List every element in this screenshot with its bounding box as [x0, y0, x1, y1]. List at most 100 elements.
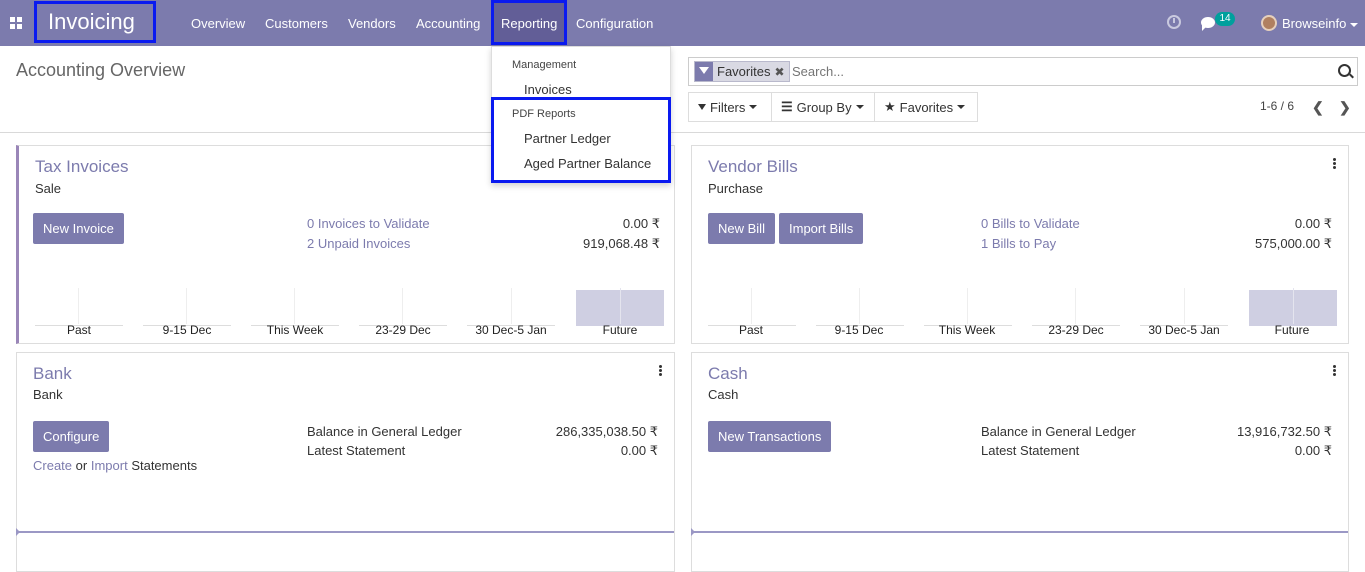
bills-to-validate-link[interactable]: 0 Bills to Validate	[981, 216, 1080, 231]
balance-label: Balance in General Ledger	[307, 424, 462, 439]
grid-line	[186, 288, 187, 324]
card-title[interactable]: Cash	[708, 364, 748, 384]
pdf-reports-highlight-box	[491, 97, 671, 183]
chart-x-label: This Week	[266, 323, 324, 337]
card-title[interactable]: Tax Invoices	[35, 157, 129, 177]
chart-x-label: This Week	[938, 323, 996, 337]
activity-clock-icon[interactable]	[1167, 15, 1181, 29]
search-input[interactable]	[792, 64, 1292, 79]
statements-text: Statements	[131, 458, 198, 473]
bills-to-validate-amount: 0.00 ₹	[1294, 216, 1332, 231]
card-subtitle: Sale	[35, 181, 62, 196]
message-count-badge: 14	[1215, 12, 1235, 26]
balance-amount: 286,335,038.50 ₹	[555, 424, 658, 439]
chart-x-label: 30 Dec-5 Jan	[475, 323, 547, 337]
card-title[interactable]: Bank	[33, 364, 72, 384]
menu-overview[interactable]: Overview	[191, 16, 245, 31]
latest-statement-amount: 0.00 ₹	[1294, 443, 1332, 458]
kebab-menu-icon[interactable]	[658, 365, 662, 377]
filters-button[interactable]: Filters	[688, 92, 772, 122]
search-bar[interactable]: Favorites ✖	[688, 57, 1358, 86]
apps-grid-icon[interactable]	[10, 17, 22, 29]
card-title[interactable]: Vendor Bills	[708, 157, 798, 177]
group-by-label: Group By	[796, 99, 852, 115]
filter-icon	[698, 104, 706, 110]
chevron-down-icon	[1350, 22, 1359, 27]
pager-next-icon[interactable]: ❯	[1339, 99, 1351, 116]
user-avatar[interactable]	[1261, 15, 1277, 31]
latest-statement-label: Latest Statement	[307, 443, 406, 458]
kebab-menu-icon[interactable]	[1332, 365, 1336, 377]
grid-line	[511, 288, 512, 324]
chart-x-label: Future	[1274, 323, 1310, 337]
filter-icon	[695, 62, 713, 81]
chart-x-label: 9-15 Dec	[162, 323, 212, 337]
control-panel: Accounting Overview Favorites ✖ Filters …	[0, 46, 1365, 133]
list-icon: ☰	[781, 99, 793, 114]
menu-accounting[interactable]: Accounting	[416, 16, 480, 31]
menu-customers[interactable]: Customers	[265, 16, 328, 31]
latest-statement-amount: 0.00 ₹	[620, 443, 658, 458]
cash-card: Cash Cash New Transactions Balance in Ge…	[691, 352, 1349, 572]
menu-item-invoices[interactable]: Invoices	[524, 82, 572, 97]
import-statement-link[interactable]: Import	[91, 458, 128, 473]
chart-x-label: 23-29 Dec	[1048, 323, 1104, 337]
create-statement-link[interactable]: Create	[33, 458, 72, 473]
grid-line	[1075, 288, 1076, 324]
chart-x-label: Past	[738, 323, 763, 337]
configure-button[interactable]: Configure	[33, 421, 110, 452]
bills-bar-chart[interactable]	[708, 288, 1338, 326]
chevron-down-icon	[957, 105, 966, 109]
group-by-button[interactable]: ☰ Group By	[771, 92, 875, 122]
user-name: Browseinfo	[1282, 16, 1347, 31]
unpaid-invoices-amount: 919,068.48 ₹	[583, 236, 660, 251]
chart-x-label: Past	[66, 323, 91, 337]
card-subtitle: Purchase	[708, 181, 763, 196]
app-brand[interactable]: Invoicing	[48, 9, 135, 35]
card-subtitle: Bank	[33, 387, 63, 402]
facet-label: Favorites	[717, 64, 771, 79]
star-icon: ★	[884, 99, 896, 114]
search-icon[interactable]	[1338, 64, 1351, 77]
new-invoice-button[interactable]: New Invoice	[33, 213, 124, 244]
balance-amount: 13,916,732.50 ₹	[1236, 424, 1332, 439]
kebab-menu-icon[interactable]	[1332, 158, 1336, 170]
filters-label: Filters	[710, 99, 746, 115]
favorites-label: Favorites	[899, 99, 954, 115]
chart-x-label: Future	[602, 323, 638, 337]
page-title: Accounting Overview	[16, 60, 186, 80]
pager-previous-icon[interactable]: ❮	[1312, 99, 1324, 116]
bills-to-pay-link[interactable]: 1 Bills to Pay	[981, 236, 1056, 251]
chart-x-label: 9-15 Dec	[834, 323, 884, 337]
vendor-bills-card: Vendor Bills Purchase New Bill Import Bi…	[691, 145, 1349, 344]
search-facet[interactable]: Favorites ✖	[694, 61, 790, 82]
close-icon[interactable]: ✖	[774, 65, 788, 79]
top-navbar: Invoicing Overview Customers Vendors Acc…	[0, 0, 1365, 46]
bills-to-pay-amount: 575,000.00 ₹	[1255, 236, 1332, 251]
new-transactions-button[interactable]: New Transactions	[708, 421, 832, 452]
grid-line	[967, 288, 968, 324]
management-header: Management	[512, 59, 577, 71]
menu-configuration[interactable]: Configuration	[576, 16, 653, 31]
invoices-to-validate-amount: 0.00 ₹	[622, 216, 660, 231]
unpaid-invoices-link[interactable]: 2 Unpaid Invoices	[307, 236, 410, 251]
grid-line	[859, 288, 860, 324]
grid-line	[751, 288, 752, 324]
chat-icon[interactable]	[1201, 17, 1215, 31]
menu-reporting[interactable]: Reporting	[501, 16, 557, 31]
chevron-down-icon	[749, 105, 758, 109]
pager-value[interactable]: 1-6 / 6	[1260, 99, 1294, 113]
chart-x-label: 23-29 Dec	[375, 323, 431, 337]
invoices-to-validate-link[interactable]: 0 Invoices to Validate	[307, 216, 430, 231]
new-bill-button[interactable]: New Bill	[708, 213, 775, 244]
latest-statement-label: Latest Statement	[981, 443, 1080, 458]
import-bills-button[interactable]: Import Bills	[779, 213, 864, 244]
favorites-button[interactable]: ★ Favorites	[874, 92, 978, 122]
card-subtitle: Cash	[708, 387, 739, 402]
grid-line	[402, 288, 403, 324]
balance-graph-line[interactable]	[691, 528, 1348, 536]
invoices-bar-chart[interactable]	[35, 288, 665, 326]
user-menu[interactable]: Browseinfo	[1282, 16, 1359, 31]
menu-vendors[interactable]: Vendors	[348, 16, 396, 31]
balance-graph-line[interactable]	[16, 528, 674, 536]
